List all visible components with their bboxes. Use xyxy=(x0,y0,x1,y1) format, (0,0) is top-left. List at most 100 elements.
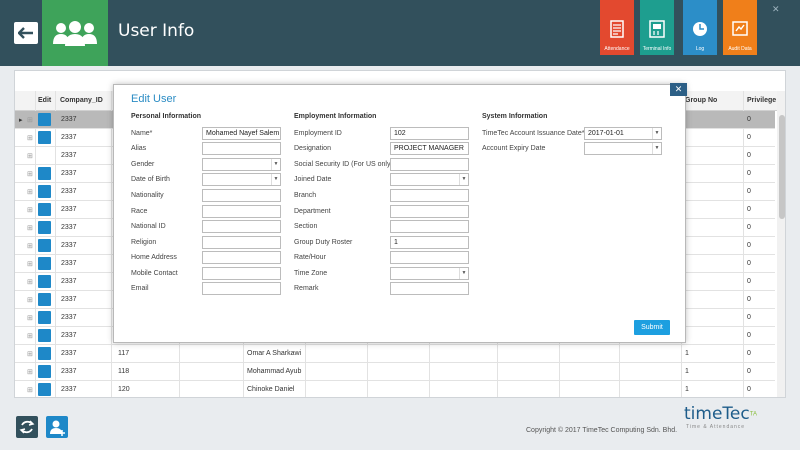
arrow-left-icon xyxy=(18,27,33,39)
copyright-text: Copyright © 2017 TimeTec Computing Sdn. … xyxy=(526,427,678,434)
app-header: User Info Attendance Terminal Info Log A… xyxy=(0,0,800,66)
edit-user-dialog: Edit User ✕ Personal Information Name* M… xyxy=(113,83,687,343)
column-privilege[interactable]: Privilege xyxy=(747,97,776,104)
edit-user-icon[interactable] xyxy=(38,113,51,126)
dob-field[interactable]: ▼ xyxy=(202,173,281,186)
edit-user-icon[interactable] xyxy=(38,239,51,252)
edit-user-icon[interactable] xyxy=(38,347,51,360)
refresh-icon xyxy=(19,420,35,434)
issuance-date-label: TimeTec Account Issuance Date* xyxy=(482,130,585,137)
dialog-title: Edit User xyxy=(131,93,177,105)
column-company-id[interactable]: Company_ID xyxy=(60,97,103,104)
edit-user-icon[interactable] xyxy=(38,311,51,324)
back-button[interactable] xyxy=(14,22,38,44)
log-tile[interactable]: Log xyxy=(683,0,717,55)
designation-label: Designation xyxy=(294,145,331,152)
employment-id-label: Employment ID xyxy=(294,130,342,137)
rate-field[interactable] xyxy=(390,251,469,264)
table-row[interactable]: ⊞ 2337 118 Mohammad Ayub 1 0 xyxy=(15,363,775,381)
attendance-tile[interactable]: Attendance xyxy=(600,0,634,55)
employment-info-heading: Employment Information xyxy=(294,113,377,120)
alias-label: Alias xyxy=(131,145,147,152)
religion-field[interactable] xyxy=(202,236,281,249)
audit-data-tile[interactable]: Audit Data xyxy=(723,0,757,55)
terminal-icon xyxy=(649,20,665,38)
edit-user-icon[interactable] xyxy=(38,167,51,180)
attendance-icon xyxy=(610,20,624,38)
edit-user-icon[interactable] xyxy=(38,221,51,234)
edit-user-icon[interactable] xyxy=(38,329,51,342)
chevron-down-icon: ▼ xyxy=(271,174,280,185)
timezone-select[interactable]: ▼ xyxy=(390,267,469,280)
designation-field[interactable]: PROJECT MANAGER xyxy=(390,142,469,155)
column-edit[interactable]: Edit xyxy=(38,97,51,104)
remark-field[interactable] xyxy=(390,282,469,295)
mobile-label: Mobile Contact xyxy=(131,270,178,277)
email-label: Email xyxy=(131,285,149,292)
table-row[interactable]: ⊞ 2337 117 Omar A Sharkawi 1 0 xyxy=(15,345,775,363)
duty-roster-label: Group Duty Roster xyxy=(294,239,353,246)
duty-roster-field[interactable]: 1 xyxy=(390,236,469,249)
edit-user-icon[interactable] xyxy=(38,257,51,270)
race-label: Race xyxy=(131,208,148,215)
edit-user-icon[interactable] xyxy=(38,275,51,288)
users-group-icon xyxy=(53,21,97,46)
add-user-icon xyxy=(50,420,65,436)
nationality-field[interactable] xyxy=(202,189,281,202)
section-label: Section xyxy=(294,223,318,230)
page-title: User Info xyxy=(118,21,195,41)
edit-user-icon[interactable] xyxy=(38,383,51,396)
chevron-down-icon: ▼ xyxy=(459,268,468,279)
edit-user-icon[interactable] xyxy=(38,131,51,144)
home-address-field[interactable] xyxy=(202,251,281,264)
branch-field[interactable] xyxy=(390,189,469,202)
timezone-label: Time Zone xyxy=(294,270,328,277)
remark-label: Remark xyxy=(294,285,319,292)
race-field[interactable] xyxy=(202,205,281,218)
issuance-date-field[interactable]: 2017-01-01 ▼ xyxy=(584,127,662,140)
clock-icon xyxy=(693,22,707,36)
submit-button[interactable]: Submit xyxy=(634,320,670,335)
email-field[interactable] xyxy=(202,282,281,295)
column-group-no[interactable]: Group No xyxy=(685,97,717,104)
religion-label: Religion xyxy=(131,239,157,246)
alias-field[interactable] xyxy=(202,142,281,155)
ssid-label: Social Security ID (For US only) xyxy=(294,161,393,168)
audit-data-label: Audit Data xyxy=(728,46,752,52)
chevron-down-icon: ▼ xyxy=(271,159,280,170)
chevron-down-icon: ▼ xyxy=(459,174,468,185)
branch-label: Branch xyxy=(294,192,317,199)
table-scrollbar[interactable] xyxy=(777,91,785,397)
gender-select[interactable]: ▼ xyxy=(202,158,281,171)
window-close-icon[interactable]: ✕ xyxy=(772,4,780,15)
attendance-label: Attendance xyxy=(604,46,630,52)
edit-user-icon[interactable] xyxy=(38,203,51,216)
log-label: Log xyxy=(695,46,705,52)
dob-label: Date of Birth xyxy=(131,176,170,183)
chevron-down-icon: ▼ xyxy=(652,128,661,139)
department-field[interactable] xyxy=(390,205,469,218)
joined-date-label: Joined Date xyxy=(294,176,332,183)
employment-id-field[interactable]: 102 xyxy=(390,127,469,140)
audit-icon xyxy=(732,21,748,36)
table-row[interactable]: ⊞ 2337 120 Chinoke Daniel 1 0 xyxy=(15,381,775,397)
ssid-field[interactable] xyxy=(390,158,469,171)
department-label: Department xyxy=(294,208,331,215)
terminal-info-tile[interactable]: Terminal Info xyxy=(640,0,674,55)
joined-date-field[interactable]: ▼ xyxy=(390,173,469,186)
add-user-button[interactable] xyxy=(46,416,68,438)
terminal-info-label: Terminal Info xyxy=(642,46,672,52)
name-field[interactable]: Mohamed Nayef Salem xyxy=(202,127,281,140)
refresh-button[interactable] xyxy=(16,416,38,438)
section-field[interactable] xyxy=(390,220,469,233)
gender-label: Gender xyxy=(131,161,155,168)
expiry-date-field[interactable]: ▼ xyxy=(584,142,662,155)
dialog-close-button[interactable]: ✕ xyxy=(670,83,687,96)
edit-user-icon[interactable] xyxy=(38,293,51,306)
edit-user-icon[interactable] xyxy=(38,365,51,378)
edit-user-icon[interactable] xyxy=(38,185,51,198)
mobile-field[interactable] xyxy=(202,267,281,280)
national-id-field[interactable] xyxy=(202,220,281,233)
personal-info-heading: Personal Information xyxy=(131,113,202,120)
scroll-thumb[interactable] xyxy=(779,115,785,219)
